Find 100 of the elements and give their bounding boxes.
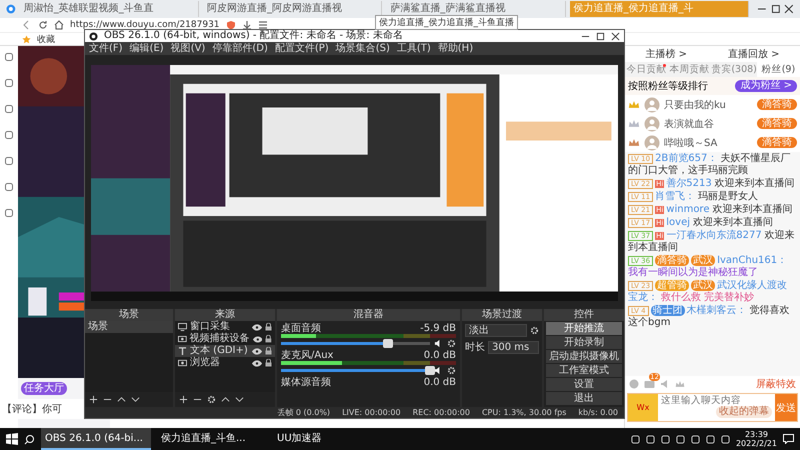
settings-icon[interactable] <box>530 326 539 335</box>
chat-link[interactable]: 直播回放 > <box>728 47 780 61</box>
control-button[interactable]: 退出 <box>546 392 622 405</box>
monitor-icon <box>178 323 187 331</box>
camera-icon <box>178 335 187 343</box>
volume-slider-thumb[interactable] <box>425 366 435 374</box>
shield-effects-toggle[interactable]: 屏蔽特效 <box>756 376 796 390</box>
source-label: 窗口采集 <box>190 321 231 332</box>
fan-badge: 滴答骑 <box>757 99 797 110</box>
source-label: 文本 (GDI+) <box>190 345 249 356</box>
up-icon[interactable] <box>221 395 230 404</box>
down-icon[interactable] <box>131 395 140 404</box>
search-icon[interactable] <box>24 434 35 444</box>
chat-tab[interactable]: 粉丝(9) <box>756 62 800 77</box>
scene-item[interactable]: 场景 <box>85 321 173 333</box>
source-label: 浏览器 <box>190 357 221 369</box>
source-row[interactable]: 文本 (GDI+) <box>175 345 275 357</box>
address-field[interactable]: https://www.douyu.com/2187931 <box>70 19 220 31</box>
menu-item[interactable]: 场景集合(S) <box>336 42 390 55</box>
transition-dropdown[interactable]: 淡出 <box>465 324 527 337</box>
add-icon[interactable] <box>89 395 98 404</box>
control-button[interactable]: 工作室模式 <box>546 364 622 377</box>
shield-icon[interactable] <box>226 20 236 30</box>
close-icon[interactable] <box>784 4 794 14</box>
lock-icon[interactable] <box>265 335 272 343</box>
channel-name: 麦克风/Aux <box>281 350 334 361</box>
control-button[interactable]: 设置 <box>546 378 622 391</box>
lock-icon[interactable] <box>265 323 272 331</box>
menu-icon[interactable] <box>258 20 268 30</box>
source-label: 视频捕获设备 <box>190 333 250 344</box>
download-icon[interactable] <box>242 20 252 30</box>
channel-reading: 0.0 dB <box>424 377 456 388</box>
dock-title: 场景过渡 <box>462 309 542 321</box>
menu-item[interactable]: 帮助(H) <box>438 42 474 55</box>
browser-logo-icon <box>6 4 16 14</box>
join-fans-button[interactable]: 成为粉丝 > <box>735 80 797 92</box>
eye-icon[interactable] <box>252 360 262 366</box>
up-icon[interactable] <box>117 395 126 404</box>
message-icon[interactable] <box>644 378 655 388</box>
duration-field[interactable]: 300 ms <box>488 340 539 354</box>
fan-badge: 滴答骑 <box>757 137 797 148</box>
volume-slider-thumb[interactable] <box>383 338 394 348</box>
source-row[interactable]: 窗口采集 <box>175 321 275 333</box>
dock-title: 控件 <box>544 309 624 321</box>
fan-badge: 滴答骑 <box>757 118 797 129</box>
settings-icon[interactable] <box>447 366 456 374</box>
crown-icon <box>628 100 640 109</box>
control-button[interactable]: 启动虚拟摄像机 <box>546 350 622 363</box>
sidebar-icon[interactable] <box>4 104 14 114</box>
chat-link[interactable]: 主播榜 > <box>645 47 688 61</box>
menu-item[interactable]: 配置文件(P) <box>274 42 329 55</box>
refresh-icon[interactable] <box>38 20 48 30</box>
dock-title: 混音器 <box>277 309 460 321</box>
sidebar-icon[interactable] <box>4 78 14 88</box>
menu-item[interactable]: 编辑(E) <box>130 42 164 55</box>
crown-icon <box>628 138 640 147</box>
channel-reading: 0.0 dB <box>424 350 456 361</box>
taskbar-app[interactable]: OBS 26.1.0 (64-bi... <box>41 428 151 450</box>
status-text: kb/s: 0.00 <box>578 407 618 418</box>
taskbar-app[interactable]: UU加速器 <box>273 428 383 450</box>
control-button[interactable]: 开始推流 <box>546 322 622 335</box>
sidebar-icon[interactable] <box>4 130 14 140</box>
menu-item[interactable]: 视图(V) <box>170 42 206 55</box>
status-text: 丢帧 0 (0.0%) <box>277 407 330 418</box>
status-text: REC: 00:00:00 <box>412 407 470 418</box>
eye-icon[interactable] <box>252 336 262 342</box>
status-text: CPU: 1.3%, 30.00 fps <box>482 407 566 418</box>
eye-icon[interactable] <box>252 348 262 354</box>
maximize-icon[interactable] <box>596 32 605 40</box>
control-button[interactable]: 开始录制 <box>546 336 622 349</box>
close-icon[interactable] <box>611 32 620 40</box>
star-icon[interactable] <box>22 34 31 44</box>
notification-icon[interactable] <box>783 434 794 444</box>
start-icon[interactable] <box>6 433 18 445</box>
browser-tab[interactable]: 周淑怡_英雄联盟视频_斗鱼直 <box>20 1 199 17</box>
add-icon[interactable] <box>179 395 188 404</box>
down-icon[interactable] <box>235 395 244 404</box>
lock-icon[interactable] <box>265 347 272 355</box>
sidebar-icon[interactable] <box>4 208 14 218</box>
text-icon <box>178 347 187 355</box>
menu-item[interactable]: 停靠部件(D) <box>212 42 268 55</box>
window-title: OBS 26.1.0 (64-bit, windows) - 配置文件: 未命名 - 场景: 未命名 <box>104 30 404 42</box>
task-button[interactable]: 任务大厅 <box>21 382 67 395</box>
source-row[interactable]: 浏览器 <box>175 357 275 369</box>
bookmark-link[interactable]: 收藏 <box>37 32 55 46</box>
menu-item[interactable]: 工具(T) <box>396 42 431 55</box>
source-row[interactable]: 视频捕获设备 <box>175 333 275 345</box>
maximize-icon[interactable] <box>770 4 780 14</box>
home-icon[interactable] <box>54 20 64 30</box>
tab-tooltip: 侯力追直播_侯力追直播_斗鱼直播 <box>375 15 518 30</box>
settings-icon[interactable] <box>207 395 216 404</box>
sidebar-icon[interactable] <box>4 156 14 166</box>
eye-icon[interactable] <box>252 324 262 330</box>
lock-icon[interactable] <box>265 359 272 367</box>
sidebar-icon[interactable] <box>4 52 14 62</box>
status-text: LIVE: 00:00:00 <box>342 407 401 418</box>
channel-name: 媒体源音频 <box>281 377 331 388</box>
sidebar-icon[interactable] <box>4 182 14 192</box>
settings-icon[interactable] <box>447 338 456 348</box>
taskbar-app[interactable]: 侯力追直播_斗鱼... <box>157 428 267 450</box>
